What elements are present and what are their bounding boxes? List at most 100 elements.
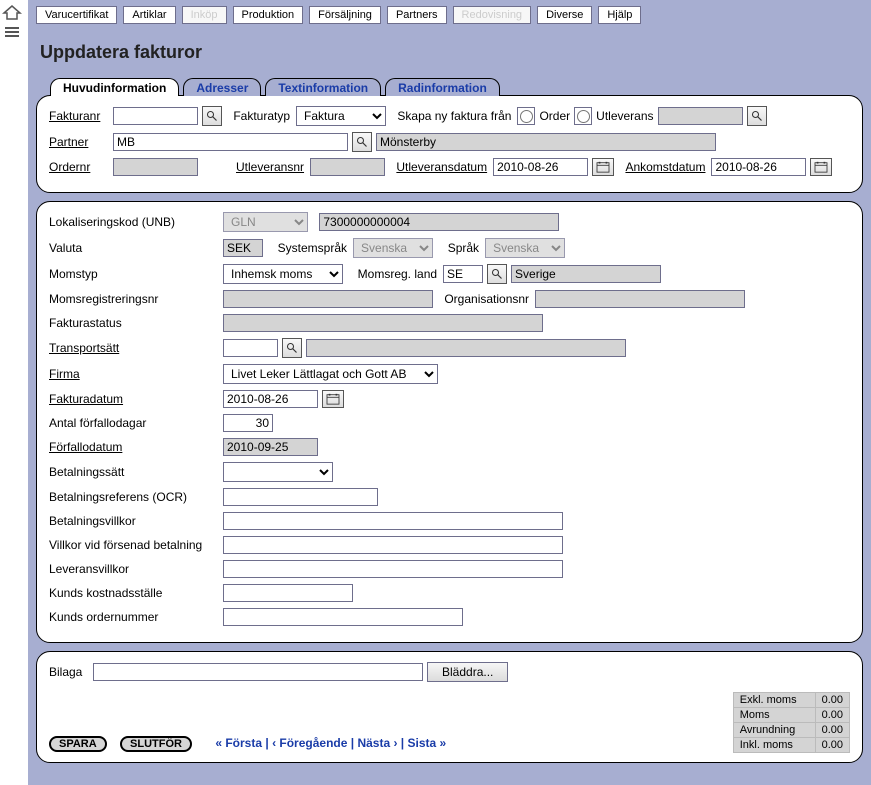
header-panel: Fakturanr Fakturatyp Faktura Skapa ny fa… <box>36 95 863 193</box>
utleveransdatum-input[interactable] <box>493 158 588 176</box>
topbar: Varucertifikat Artiklar Inköp Produktion För… <box>36 6 863 34</box>
topbar-item-7[interactable]: Diverse <box>537 6 592 24</box>
betalningsvillkor-label: Betalningsvillkor <box>49 514 219 528</box>
source-lookup-button[interactable] <box>747 106 767 126</box>
betalningsreferens-input[interactable] <box>223 488 378 506</box>
pager-next[interactable]: Nästa › <box>357 736 397 750</box>
leveransvillkor-input[interactable] <box>223 560 563 578</box>
momsreg-land-name-ro: Sverige <box>511 265 661 283</box>
firma-select[interactable]: Livet Leker Lättlagat och Gott AB <box>223 364 438 384</box>
fakturadatum-input[interactable] <box>223 390 318 408</box>
utleveransdatum-label: Utleveransdatum <box>396 160 487 174</box>
source-ro <box>658 107 743 125</box>
topbar-item-0[interactable]: Varucertifikat <box>36 6 117 24</box>
partner-lookup-button[interactable] <box>352 132 372 152</box>
transportsatt-name-ro <box>306 339 626 357</box>
forfallodatum-label: Förfallodatum <box>49 440 219 454</box>
topbar-item-8[interactable]: Hjälp <box>598 6 641 24</box>
transportsatt-label: Transportsätt <box>49 341 219 355</box>
pager-prev[interactable]: ‹ Föregående <box>272 736 347 750</box>
radio-utleverans[interactable] <box>577 110 590 123</box>
page-title: Uppdatera fakturor <box>40 42 859 63</box>
villkor-forsenad-label: Villkor vid försenad betalning <box>49 538 219 552</box>
momsreg-land-lookup-button[interactable] <box>487 264 507 284</box>
valuta-ro: SEK <box>223 239 263 257</box>
topbar-item-5[interactable]: Partners <box>387 6 447 24</box>
ankomstdatum-calendar-button[interactable] <box>810 158 832 176</box>
betalningssatt-label: Betalningssätt <box>49 465 219 479</box>
radio-order[interactable] <box>520 110 533 123</box>
momsreg-land-label: Momsreg. land <box>358 267 437 281</box>
totals-table: Exkl. moms0.00 Moms0.00 Avrundning0.00 I… <box>733 692 850 753</box>
leveransvillkor-label: Leveransvillkor <box>49 562 219 576</box>
home-icon[interactable] <box>2 4 22 20</box>
firma-label: Firma <box>49 367 219 381</box>
kunds-ordernummer-label: Kunds ordernummer <box>49 610 219 624</box>
ankomstdatum-label: Ankomstdatum <box>625 160 705 174</box>
topbar-item-1[interactable]: Artiklar <box>123 6 175 24</box>
pager: « Första | ‹ Föregående | Nästa › | Sist… <box>215 736 446 750</box>
antal-forfallodagar-label: Antal förfallodagar <box>49 416 219 430</box>
tab-2[interactable]: Textinformation <box>265 78 381 96</box>
topbar-item-6: Redovisning <box>453 6 532 24</box>
tab-1[interactable]: Adresser <box>183 78 261 96</box>
transportsatt-code-input[interactable] <box>223 339 278 357</box>
lokaliseringskod-type-select: GLN <box>223 212 308 232</box>
fakturatyp-label: Fakturatyp <box>233 109 290 123</box>
sprak-label: Språk <box>448 241 479 255</box>
kunds-kostnadsstalle-label: Kunds kostnadsställe <box>49 586 219 600</box>
systemsprak-label: Systemspråk <box>278 241 347 255</box>
transportsatt-lookup-button[interactable] <box>282 338 302 358</box>
ordernr-ro <box>113 158 198 176</box>
pager-last[interactable]: Sista » <box>408 736 447 750</box>
tab-3[interactable]: Radinformation <box>385 78 500 96</box>
partner-code-input[interactable] <box>113 133 348 151</box>
partner-label: Partner <box>49 135 109 149</box>
pager-first[interactable]: « Första <box>215 736 262 750</box>
browse-button[interactable]: Bläddra... <box>427 662 508 682</box>
tab-0[interactable]: Huvudinformation <box>50 78 179 96</box>
momsreg-land-code-input[interactable] <box>443 265 483 283</box>
betalningsreferens-label: Betalningsreferens (OCR) <box>49 490 219 504</box>
topbar-item-2: Inköp <box>182 6 227 24</box>
footer-panel: Bilaga Bläddra... Exkl. moms0.00 Moms0.0… <box>36 651 863 763</box>
organisationsnr-label: Organisationsnr <box>444 292 529 306</box>
utleveransnr-label: Utleveransnr <box>236 160 304 174</box>
lokaliseringskod-ro: 7300000000004 <box>319 213 559 231</box>
momsregistreringsnr-ro <box>223 290 433 308</box>
fakturastatus-label: Fakturastatus <box>49 316 219 330</box>
partner-name-ro: Mönsterby <box>376 133 716 151</box>
skapa-label: Skapa ny faktura från <box>397 109 511 123</box>
organisationsnr-ro <box>535 290 745 308</box>
momstyp-select[interactable]: Inhemsk moms <box>223 264 343 284</box>
fakturadatum-label: Fakturadatum <box>49 392 219 406</box>
save-button[interactable]: SPARA <box>49 736 107 752</box>
topbar-item-3[interactable]: Produktion <box>233 6 304 24</box>
ankomstdatum-input[interactable] <box>711 158 806 176</box>
menu-icon[interactable] <box>2 24 22 40</box>
betalningssatt-select[interactable] <box>223 462 333 482</box>
lokaliseringskod-label: Lokaliseringskod (UNB) <box>49 215 219 229</box>
kunds-kostnadsstalle-input[interactable] <box>223 584 353 602</box>
fakturastatus-ro <box>223 314 543 332</box>
fakturatyp-select[interactable]: Faktura <box>296 106 386 126</box>
bilaga-input[interactable] <box>93 663 423 681</box>
villkor-forsenad-input[interactable] <box>223 536 563 554</box>
complete-button[interactable]: SLUTFÖR <box>120 736 192 752</box>
sprak-select: Svenska <box>485 238 565 258</box>
fakturanr-input[interactable] <box>113 107 198 125</box>
topbar-item-4[interactable]: Försäljning <box>309 6 381 24</box>
systemsprak-select: Svenska <box>353 238 433 258</box>
fakturadatum-calendar-button[interactable] <box>322 390 344 408</box>
kunds-ordernummer-input[interactable] <box>223 608 463 626</box>
utleveransdatum-calendar-button[interactable] <box>592 158 614 176</box>
betalningsvillkor-input[interactable] <box>223 512 563 530</box>
ordernr-label: Ordernr <box>49 160 109 174</box>
antal-forfallodagar-input[interactable] <box>223 414 273 432</box>
bilaga-label: Bilaga <box>49 665 89 679</box>
radio-utleverans-label: Utleverans <box>596 109 653 123</box>
fakturanr-label: Fakturanr <box>49 109 109 123</box>
fakturanr-lookup-button[interactable] <box>202 106 222 126</box>
tabs: HuvudinformationAdresserTextinformationR… <box>50 77 863 95</box>
body-panel: Lokaliseringskod (UNB) GLN 7300000000004… <box>36 201 863 643</box>
